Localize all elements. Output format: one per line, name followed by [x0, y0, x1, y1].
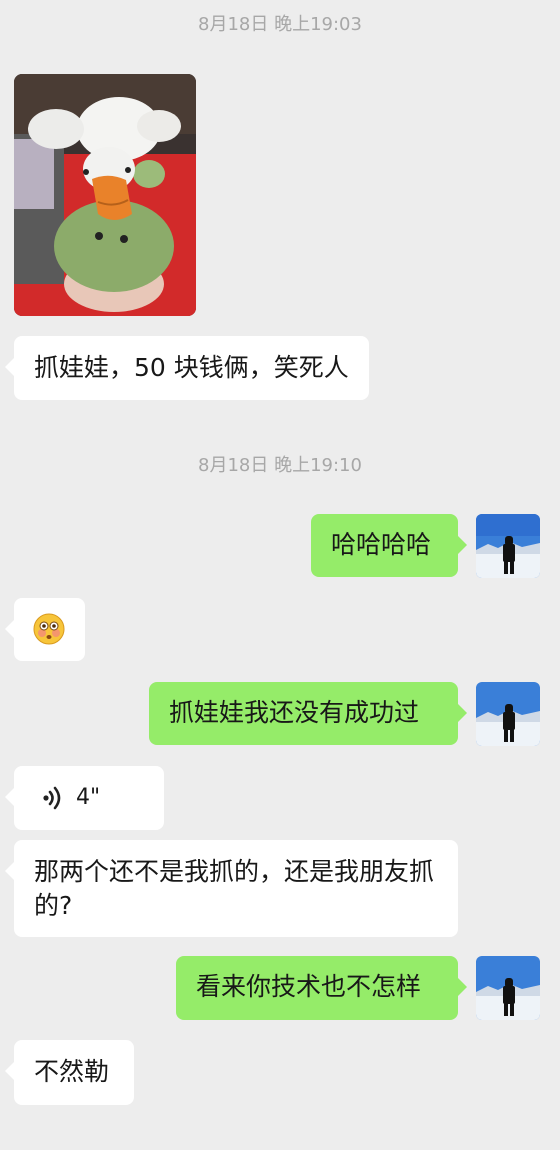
photo-message[interactable]	[14, 74, 196, 316]
sent-message-bubble[interactable]: 看来你技术也不怎样	[176, 956, 467, 1020]
sent-message-bubble[interactable]: 抓娃娃我还没有成功过	[149, 682, 467, 745]
message-text: 抓娃娃，50 块钱俩，笑死人	[34, 353, 349, 382]
message-text: 抓娃娃我还没有成功过	[169, 698, 420, 727]
received-message-bubble[interactable]: 不然勒	[5, 1040, 134, 1105]
user-avatar[interactable]	[476, 682, 540, 746]
voice-wave-icon	[43, 786, 61, 810]
flushed-face-emoji-icon	[33, 613, 65, 645]
timestamp: 8月18日 晚上19:10	[198, 455, 362, 476]
snow-mountain-avatar-icon	[476, 956, 540, 1020]
received-message-bubble[interactable]	[5, 598, 85, 661]
snow-mountain-avatar-icon	[476, 682, 540, 746]
received-message-bubble[interactable]: 那两个还不是我抓的，还是我朋友抓的?	[5, 840, 458, 937]
voice-message-bubble[interactable]: 4"	[5, 766, 164, 830]
plush-photo-image	[14, 74, 196, 316]
sent-message-bubble[interactable]: 哈哈哈哈	[311, 514, 467, 577]
message-text: 那两个还不是我抓的，还是我朋友抓的?	[34, 857, 435, 920]
message-text: 哈哈哈哈	[331, 530, 432, 559]
received-message-bubble[interactable]: 抓娃娃，50 块钱俩，笑死人	[5, 336, 369, 400]
snow-mountain-avatar-icon	[476, 514, 540, 578]
message-text: 不然勒	[34, 1057, 110, 1086]
timestamp: 8月18日 晚上19:03	[198, 14, 362, 35]
user-avatar[interactable]	[476, 514, 540, 578]
user-avatar[interactable]	[476, 956, 540, 1020]
voice-duration: 4"	[76, 785, 101, 810]
message-text: 看来你技术也不怎样	[196, 972, 422, 1001]
